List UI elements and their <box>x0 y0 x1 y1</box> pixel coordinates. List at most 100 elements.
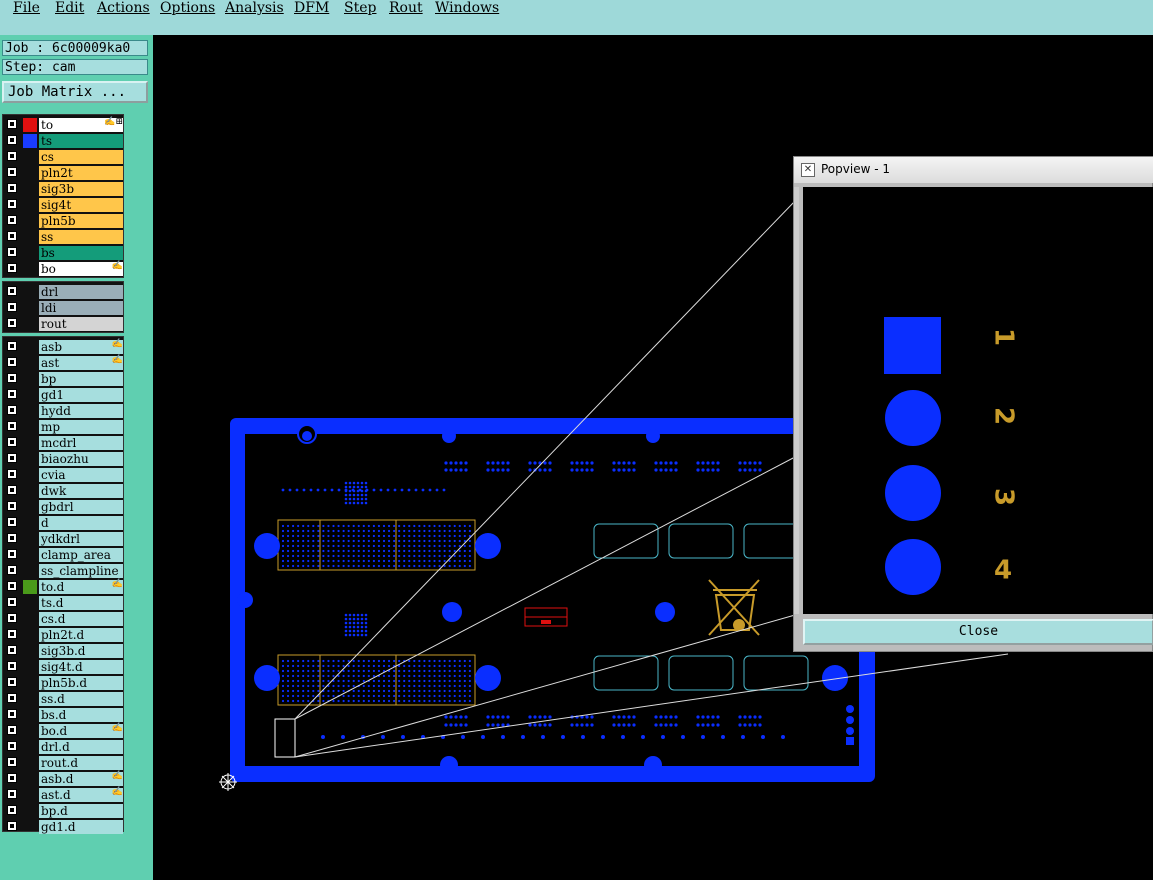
layer-row-asb[interactable]: asb ✍ <box>3 339 125 355</box>
layer-row-ydkdrl[interactable]: ydkdrl <box>3 531 125 547</box>
layer-name[interactable]: biaozhu <box>39 452 123 466</box>
layer-name[interactable]: ydkdrl <box>39 532 123 546</box>
close-button[interactable]: Close <box>803 619 1153 645</box>
layer-checkbox[interactable] <box>7 741 17 751</box>
layer-name[interactable]: d <box>39 516 123 530</box>
layer-row-pln5b[interactable]: pln5b <box>3 213 125 229</box>
layer-checkbox[interactable] <box>7 645 17 655</box>
layer-row-sig4t[interactable]: sig4t <box>3 197 125 213</box>
layer-row-hydd[interactable]: hydd <box>3 403 125 419</box>
layer-checkbox[interactable] <box>7 709 17 719</box>
layer-checkbox[interactable] <box>7 549 17 559</box>
layer-row-cs[interactable]: cs <box>3 149 125 165</box>
layer-name[interactable]: bo <box>39 262 123 276</box>
layer-checkbox[interactable] <box>7 613 17 623</box>
layer-checkbox[interactable] <box>7 405 17 415</box>
layer-name[interactable]: ts <box>39 134 123 148</box>
layer-color-swatch[interactable] <box>23 134 37 148</box>
layer-name[interactable]: mcdrl <box>39 436 123 450</box>
menu-rout[interactable]: Rout <box>389 0 423 16</box>
layer-name[interactable]: bp.d <box>39 804 123 818</box>
layer-name[interactable]: ss_clampline <box>39 564 123 578</box>
layer-name[interactable]: sig3b.d <box>39 644 123 658</box>
layer-checkbox[interactable] <box>7 661 17 671</box>
layer-row-biaozhu[interactable]: biaozhu <box>3 451 125 467</box>
layer-checkbox[interactable] <box>7 629 17 639</box>
layer-name[interactable]: cs <box>39 150 123 164</box>
layer-row-d[interactable]: d <box>3 515 125 531</box>
layer-row-rout-d[interactable]: rout.d <box>3 755 125 771</box>
layer-checkbox[interactable] <box>7 773 17 783</box>
layer-row-pln5b-d[interactable]: pln5b.d <box>3 675 125 691</box>
layer-row-bp-d[interactable]: bp.d <box>3 803 125 819</box>
layer-row-drl-d[interactable]: drl.d <box>3 739 125 755</box>
layer-checkbox[interactable] <box>7 805 17 815</box>
layer-checkbox[interactable] <box>7 821 17 831</box>
menu-file[interactable]: File <box>13 0 40 16</box>
layer-row-bp[interactable]: bp <box>3 371 125 387</box>
layer-name[interactable]: rout.d <box>39 756 123 770</box>
layer-row-dwk[interactable]: dwk <box>3 483 125 499</box>
layer-row-sig4t-d[interactable]: sig4t.d <box>3 659 125 675</box>
layer-row-bo[interactable]: bo ✍ <box>3 261 125 277</box>
layer-row-sig3b-d[interactable]: sig3b.d <box>3 643 125 659</box>
menu-analysis[interactable]: Analysis <box>225 0 284 16</box>
layer-row-mcdrl[interactable]: mcdrl <box>3 435 125 451</box>
layer-name[interactable]: hydd <box>39 404 123 418</box>
menu-edit[interactable]: Edit <box>55 0 84 16</box>
layer-name[interactable]: bs.d <box>39 708 123 722</box>
layer-row-ss[interactable]: ss <box>3 229 125 245</box>
layer-checkbox[interactable] <box>7 357 17 367</box>
layer-checkbox[interactable] <box>7 421 17 431</box>
layer-row-bo-d[interactable]: bo.d ✍ <box>3 723 125 739</box>
layer-name[interactable]: drl.d <box>39 740 123 754</box>
layer-name[interactable]: pln2t <box>39 166 123 180</box>
layer-checkbox[interactable] <box>7 389 17 399</box>
layer-name[interactable]: sig4t.d <box>39 660 123 674</box>
layer-checkbox[interactable] <box>7 517 17 527</box>
layer-name[interactable]: ast <box>39 356 123 370</box>
layer-checkbox[interactable] <box>7 597 17 607</box>
layer-checkbox[interactable] <box>7 183 17 193</box>
layer-name[interactable]: rout <box>39 317 123 331</box>
layer-row-bs-d[interactable]: bs.d <box>3 707 125 723</box>
popview-canvas[interactable]: 1 2 3 4 <box>803 187 1153 614</box>
layer-row-ldi[interactable]: ldi <box>3 300 125 316</box>
layer-checkbox[interactable] <box>7 215 17 225</box>
layer-row-ast[interactable]: ast ✍ <box>3 355 125 371</box>
layer-row-ts-d[interactable]: ts.d <box>3 595 125 611</box>
popview-titlebar[interactable]: ✕ Popview - 1 <box>794 157 1153 183</box>
layer-name[interactable]: clamp_area <box>39 548 123 562</box>
layer-color-swatch[interactable] <box>23 118 37 132</box>
layer-name[interactable]: pln2t.d <box>39 628 123 642</box>
layer-row-ast-d[interactable]: ast.d ✍ <box>3 787 125 803</box>
popview-scrollbar[interactable] <box>794 187 799 614</box>
layer-name[interactable]: ss <box>39 230 123 244</box>
panel-splitter[interactable] <box>125 114 151 832</box>
layer-name[interactable]: bs <box>39 246 123 260</box>
layer-row-asb-d[interactable]: asb.d ✍ <box>3 771 125 787</box>
layer-name[interactable]: ss.d <box>39 692 123 706</box>
layer-name[interactable]: gd1.d <box>39 820 123 834</box>
layer-name[interactable]: ast.d <box>39 788 123 802</box>
layer-row-sig3b[interactable]: sig3b <box>3 181 125 197</box>
layer-checkbox[interactable] <box>7 167 17 177</box>
layer-row-ts[interactable]: ts <box>3 133 125 149</box>
layer-name[interactable]: pln5b <box>39 214 123 228</box>
layer-row-cs-d[interactable]: cs.d <box>3 611 125 627</box>
layer-checkbox[interactable] <box>7 693 17 703</box>
layer-checkbox[interactable] <box>7 565 17 575</box>
layer-name[interactable]: bp <box>39 372 123 386</box>
layer-row-pln2t[interactable]: pln2t <box>3 165 125 181</box>
layer-checkbox[interactable] <box>7 725 17 735</box>
layer-checkbox[interactable] <box>7 533 17 543</box>
layer-checkbox[interactable] <box>7 757 17 767</box>
layer-checkbox[interactable] <box>7 469 17 479</box>
layer-name[interactable]: asb <box>39 340 123 354</box>
layer-row-ss-d[interactable]: ss.d <box>3 691 125 707</box>
layer-checkbox[interactable] <box>7 437 17 447</box>
layer-name[interactable]: sig3b <box>39 182 123 196</box>
layer-row-bs[interactable]: bs <box>3 245 125 261</box>
layer-checkbox[interactable] <box>7 318 17 328</box>
layer-name[interactable]: mp <box>39 420 123 434</box>
